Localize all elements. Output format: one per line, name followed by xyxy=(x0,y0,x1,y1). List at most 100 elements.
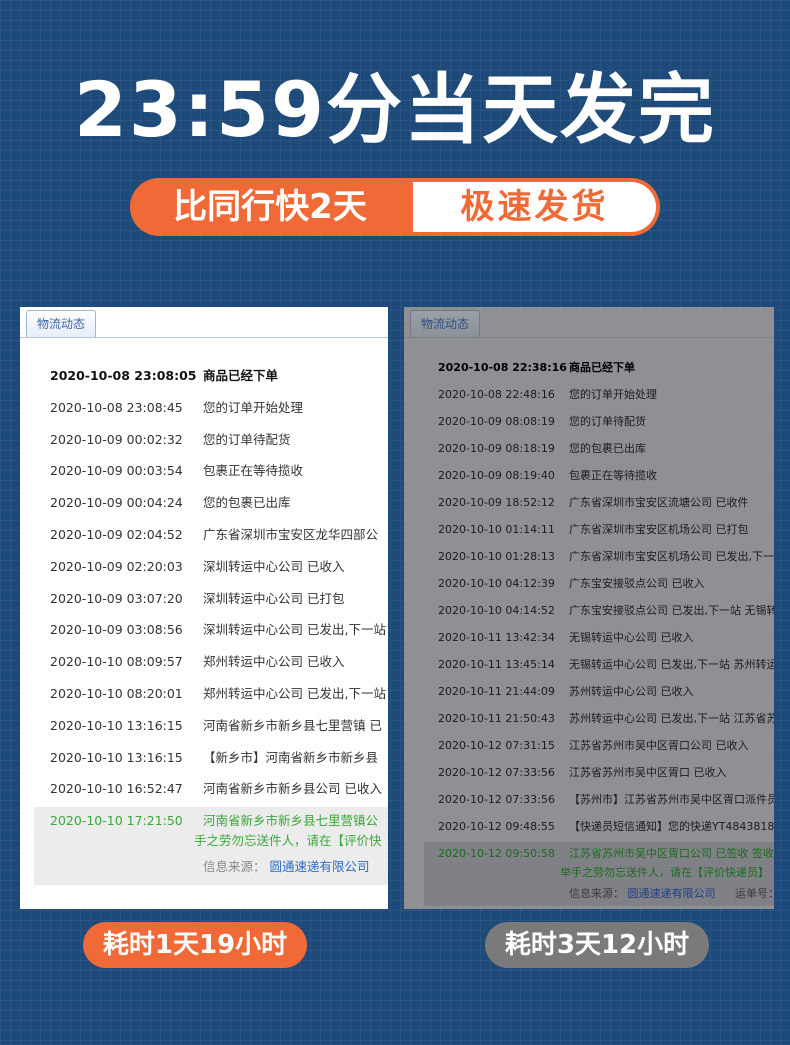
right-tab-logistics[interactable]: 物流动态 xyxy=(410,310,481,337)
row-status: 无锡转运中心公司 已发出,下一站 苏州转运中心 xyxy=(569,658,774,671)
row-status: 郑州转运中心公司 已发出,下一站 xyxy=(203,686,386,701)
row-status: 苏州转运中心公司 已收入 xyxy=(569,685,694,698)
row-status: 【新乡市】河南省新乡市新乡县 xyxy=(203,749,379,765)
row-time: 2020-10-09 08:19:40 xyxy=(438,469,555,482)
promo-banner: 比同行快2天 极速发货 xyxy=(130,178,660,236)
row-status: 江苏省苏州市吴中区胥口公司 已签收 签收人 xyxy=(569,847,774,860)
table-row: 2020-10-09 00:04:24 您的包裹已出库 xyxy=(20,493,388,513)
left-source-label: 信息来源： xyxy=(203,859,266,874)
left-duration-badge: 耗时1天19小时 xyxy=(83,922,307,968)
row-time: 2020-10-09 08:18:19 xyxy=(438,442,555,455)
table-row: 2020-10-10 08:20:01 郑州转运中心公司 已发出,下一站 xyxy=(20,684,388,704)
row-status: 深圳转运中心公司 已收入 xyxy=(203,558,345,574)
table-row: 2020-10-11 13:42:34 无锡转运中心公司 已收入 xyxy=(404,628,774,648)
left-source-line: 信息来源： 圆通速递有限公司 xyxy=(203,857,370,877)
row-status: 包裹正在等待揽收 xyxy=(569,469,657,482)
row-status: 深圳转运中心公司 已打包 xyxy=(203,590,345,606)
row-status: 广东省深圳市宝安区机场公司 已打包 xyxy=(569,523,749,536)
row-time: 2020-10-12 07:33:56 xyxy=(438,766,555,779)
row-status: 江苏省苏州市吴中区胥口公司 已收入 xyxy=(569,739,749,752)
row-time: 2020-10-10 04:12:39 xyxy=(438,577,555,590)
row-time: 2020-10-11 21:44:09 xyxy=(438,685,555,698)
row-status: 无锡转运中心公司 已收入 xyxy=(569,631,694,644)
row-time: 2020-10-09 02:04:52 xyxy=(50,527,183,542)
row-status: 江苏省苏州市吴中区胥口 已收入 xyxy=(569,766,727,779)
row-status: 河南省新乡市新乡县七里营镇 已 xyxy=(203,717,382,733)
headline: 23:59分当天发完 xyxy=(74,65,716,154)
table-row: 2020-10-11 13:45:14 无锡转运中心公司 已发出,下一站 苏州转运… xyxy=(404,655,774,675)
right-extra-line: 举手之劳勿忘送件人，请在【评价快递员】 xyxy=(560,866,769,879)
table-row: 2020-10-10 13:16:15 【新乡市】河南省新乡市新乡县 xyxy=(20,748,388,768)
left-source-link[interactable]: 圆通速递有限公司 xyxy=(270,859,370,874)
row-status: 广东省深圳市宝安区流塘公司 已收件 xyxy=(569,496,749,509)
left-tabbar: 物流动态 xyxy=(20,307,388,338)
table-row: 2020-10-09 18:52:12 广东省深圳市宝安区流塘公司 已收件 xyxy=(404,493,774,513)
row-time: 2020-10-10 04:14:52 xyxy=(438,604,555,617)
row-time: 2020-10-12 09:48:55 xyxy=(438,820,555,833)
row-time: 2020-10-09 18:52:12 xyxy=(438,496,555,509)
right-duration-badge: 耗时3天12小时 xyxy=(485,922,709,968)
row-status: 您的包裹已出库 xyxy=(203,495,291,511)
table-row: 2020-10-10 17:21:50 河南省新乡市新乡县七里营镇公 xyxy=(20,811,388,831)
left-tracking-panel: 物流动态 2020-10-08 23:08:05 商品已经下单 2020-10-08… xyxy=(20,307,388,909)
row-status: 商品已经下单 xyxy=(203,368,279,383)
row-time: 2020-10-10 13:16:15 xyxy=(50,717,183,733)
table-row: 2020-10-09 08:19:40 包裹正在等待揽收 xyxy=(404,466,774,486)
row-status: 广东省深圳市宝安区机场公司 已发出,下一站 xyxy=(569,550,774,563)
row-status: 商品已经下单 xyxy=(569,361,635,374)
table-row: 2020-10-11 21:44:09 苏州转运中心公司 已收入 xyxy=(404,682,774,702)
right-tabbar: 物流动态 xyxy=(404,307,774,338)
table-row: 2020-10-09 08:18:19 您的包裹已出库 xyxy=(404,439,774,459)
table-row: 2020-10-09 00:03:54 包裹正在等待揽收 xyxy=(20,461,388,481)
table-row: 2020-10-12 07:33:56 【苏州市】江苏省苏州市吴中区胥口派件员 xyxy=(404,790,774,810)
row-status: 您的包裹已出库 xyxy=(569,442,646,455)
table-row: 2020-10-10 16:52:47 河南省新乡市新乡县公司 已收入 xyxy=(20,779,388,799)
table-row: 2020-10-08 22:38:16 商品已经下单 xyxy=(404,358,774,378)
banner-fast-shipping-text: 极速发货 xyxy=(413,182,656,232)
row-status: 您的订单待配货 xyxy=(203,431,291,447)
row-status: 苏州转运中心公司 已发出,下一站 江苏省苏州市 xyxy=(569,712,774,725)
right-source-label: 信息来源： xyxy=(569,887,624,900)
right-tracking-panel: 物流动态 2020-10-08 22:38:16 商品已经下单 2020-10-08… xyxy=(404,307,774,909)
left-extra-line: 手之劳勿忘送件人，请在【评价快 xyxy=(194,833,382,848)
row-status: 【快递员短信通知】您的快递YT4843818346 xyxy=(569,820,774,833)
row-status: 深圳转运中心公司 已发出,下一站 xyxy=(203,622,386,638)
table-row: 2020-10-10 08:09:57 郑州转运中心公司 已收入 xyxy=(20,652,388,672)
table-row: 2020-10-10 13:16:15 河南省新乡市新乡县七里营镇 已 xyxy=(20,716,388,736)
row-time: 2020-10-09 02:20:03 xyxy=(50,558,183,574)
row-time: 2020-10-09 03:08:56 xyxy=(50,622,183,638)
row-status: 【苏州市】江苏省苏州市吴中区胥口派件员 xyxy=(569,793,774,806)
row-status: 广东宝安接驳点公司 已收入 xyxy=(569,577,705,590)
row-time: 2020-10-09 08:08:19 xyxy=(438,415,555,428)
table-row: 2020-10-11 21:50:43 苏州转运中心公司 已发出,下一站 江苏省苏… xyxy=(404,709,774,729)
right-tracking-label: 运单号： xyxy=(735,887,774,900)
row-time: 2020-10-10 01:28:13 xyxy=(438,550,555,563)
row-time: 2020-10-08 23:08:45 xyxy=(50,399,183,415)
banner-faster-text: 比同行快2天 xyxy=(173,187,367,227)
row-time: 2020-10-12 09:50:58 xyxy=(438,847,555,860)
row-time: 2020-10-12 07:31:15 xyxy=(438,739,555,752)
row-time: 2020-10-08 22:38:16 xyxy=(438,361,567,374)
table-row: 2020-10-08 22:48:16 您的订单开始处理 xyxy=(404,385,774,405)
right-source-line: 信息来源： 圆通速递有限公司 运单号： xyxy=(569,884,774,904)
row-status: 郑州转运中心公司 已收入 xyxy=(203,654,345,670)
row-time: 2020-10-11 21:50:43 xyxy=(438,712,555,725)
row-time: 2020-10-09 00:02:32 xyxy=(50,431,183,447)
row-status: 您的订单待配货 xyxy=(569,415,646,428)
table-row: 2020-10-10 01:28:13 广东省深圳市宝安区机场公司 已发出,下一站 xyxy=(404,547,774,567)
row-time: 2020-10-10 17:21:50 xyxy=(50,813,183,829)
table-row: 2020-10-12 07:31:15 江苏省苏州市吴中区胥口公司 已收入 xyxy=(404,736,774,756)
row-time: 2020-10-09 03:07:20 xyxy=(50,590,183,606)
table-row: 2020-10-12 09:50:58 江苏省苏州市吴中区胥口公司 已签收 签收人 xyxy=(404,844,774,864)
table-row: 2020-10-12 07:33:56 江苏省苏州市吴中区胥口 已收入 xyxy=(404,763,774,783)
row-status: 广东省深圳市宝安区龙华四部公 xyxy=(203,527,379,542)
row-time: 2020-10-09 00:03:54 xyxy=(50,463,183,479)
row-time: 2020-10-10 01:14:11 xyxy=(438,523,555,536)
right-source-link[interactable]: 圆通速递有限公司 xyxy=(628,887,716,900)
table-row: 2020-10-09 00:02:32 您的订单待配货 xyxy=(20,430,388,450)
row-time: 2020-10-10 08:20:01 xyxy=(50,686,183,701)
row-time: 2020-10-10 08:09:57 xyxy=(50,654,183,670)
left-tab-logistics[interactable]: 物流动态 xyxy=(26,310,97,337)
row-status: 包裹正在等待揽收 xyxy=(203,463,304,479)
table-row: 2020-10-09 03:08:56 深圳转运中心公司 已发出,下一站 xyxy=(20,620,388,640)
